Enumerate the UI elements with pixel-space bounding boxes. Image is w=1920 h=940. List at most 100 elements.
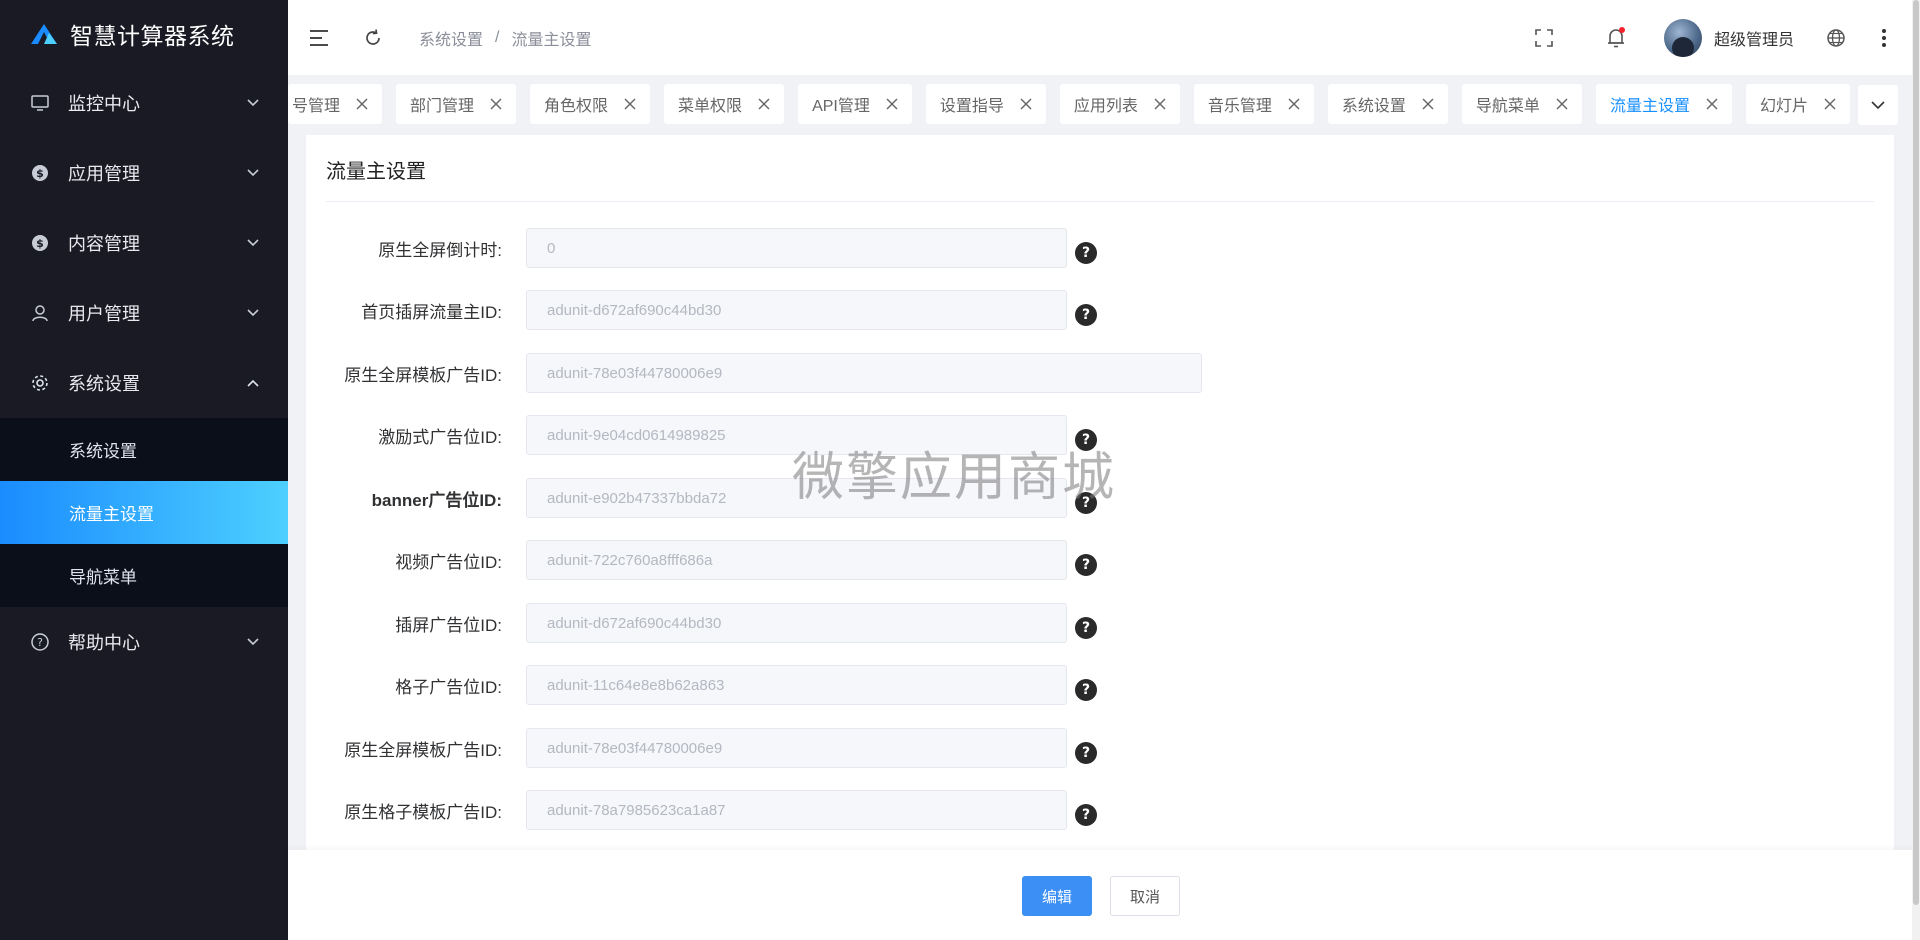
globe-icon[interactable] [1824,26,1848,50]
home-interstitial-id-input[interactable]: adunit-d672af690c44bd30 [526,290,1067,330]
tab-label: 部门管理 [410,98,475,115]
close-icon[interactable] [1422,98,1434,110]
tab-api-manage[interactable]: API管理 [798,84,912,124]
sidebar-item-app-manage[interactable]: $ 应用管理 [0,138,288,208]
form-row: 插屏广告位ID: adunit-d672af690c44bd30 ? [306,603,1206,643]
monitor-icon [30,93,50,113]
help-icon[interactable]: ? [1075,804,1097,826]
tab-label: 菜单权限 [678,98,743,115]
close-icon[interactable] [356,98,368,110]
scrollbar-thumb[interactable] [1913,0,1919,905]
form-row: 原生格子模板广告ID: adunit-78a7985623ca1a87 ? [306,790,1206,830]
sidebar-item-help-center[interactable]: ? 帮助中心 [0,607,288,677]
bell-icon[interactable] [1604,26,1628,50]
help-icon[interactable]: ? [1075,554,1097,576]
tab-nav-menu[interactable]: 导航菜单 [1461,84,1582,124]
tab-department-manage[interactable]: 部门管理 [396,84,517,124]
breadcrumb-item-current: 流量主设置 [511,31,592,49]
more-vertical-icon[interactable] [1872,26,1896,50]
tabs-bar: 号管理 部门管理 角色权限 菜单权限 API管理 设置指导 应用列表 音乐管理 … [288,75,1898,133]
close-icon[interactable] [758,98,770,110]
close-icon[interactable] [1288,98,1300,110]
native-fullscreen-template-id-input[interactable]: adunit-78e03f44780006e9 [526,353,1202,393]
close-icon[interactable] [490,98,502,110]
field-label: 视频广告位ID: [395,552,502,572]
close-icon[interactable] [1824,98,1836,110]
tab-system-settings[interactable]: 系统设置 [1327,84,1448,124]
native-grid-template-id-input[interactable]: adunit-78a7985623ca1a87 [526,790,1067,830]
sidebar: 智慧计算器系统 监控中心 $ 应用管理 $ 内容管理 用户管理 系统设置 系统设… [0,0,288,940]
tab-setup-guide[interactable]: 设置指导 [925,84,1046,124]
grid-ad-id-input[interactable]: adunit-11c64e8e8b62a863 [526,665,1067,705]
user-icon [30,303,50,323]
dollar-icon: $ [30,233,50,253]
refresh-icon[interactable] [361,26,385,50]
menu-fold-icon[interactable] [307,26,331,50]
form-row: 原生全屏倒计时: 0 ? [306,228,1206,268]
tab-label: 应用列表 [1073,98,1138,115]
sidebar-item-user-manage[interactable]: 用户管理 [0,278,288,348]
countdown-input[interactable]: 0 [526,228,1067,268]
help-icon[interactable]: ? [1075,679,1097,701]
sidebar-subitem-system-settings[interactable]: 系统设置 [0,418,288,481]
tab-role-permission[interactable]: 角色权限 [530,84,651,124]
sidebar-subitem-label: 流量主设置 [69,505,154,524]
close-icon[interactable] [1020,98,1032,110]
close-icon[interactable] [1556,98,1568,110]
breadcrumb-separator: / [495,28,500,46]
tab-traffic-settings[interactable]: 流量主设置 [1595,84,1732,124]
chevron-down-icon [1871,101,1885,110]
sidebar-subitem-traffic-settings[interactable]: 流量主设置 [0,481,288,544]
top-header: 系统设置 / 流量主设置 超级管理员 [288,0,1920,75]
sidebar-subitem-nav-menu[interactable]: 导航菜单 [0,544,288,607]
tab-label: 流量主设置 [1609,98,1690,115]
page-scrollbar[interactable] [1912,0,1920,940]
banner-ad-id-input[interactable]: adunit-e902b47337bbda72 [526,478,1067,518]
edit-button[interactable]: 编辑 [1022,876,1092,916]
sidebar-item-monitor[interactable]: 监控中心 [0,68,288,138]
field-label: 原生全屏模板广告ID: [344,740,502,760]
sidebar-item-system-settings[interactable]: 系统设置 [0,348,288,418]
svg-text:$: $ [36,237,44,250]
help-icon[interactable]: ? [1075,492,1097,514]
close-icon[interactable] [624,98,636,110]
video-ad-id-input[interactable]: adunit-722c760a8fff686a [526,540,1067,580]
sidebar-item-label: 监控中心 [68,94,140,114]
breadcrumb-item[interactable]: 系统设置 [419,26,483,50]
help-icon[interactable]: ? [1075,304,1097,326]
cancel-button[interactable]: 取消 [1110,876,1180,916]
tab-slideshow[interactable]: 幻灯片 [1745,84,1850,124]
rewarded-ad-id-input[interactable]: adunit-9e04cd0614989825 [526,415,1067,455]
tabs-more-button[interactable] [1858,85,1898,125]
svg-text:$: $ [36,167,44,180]
help-icon[interactable]: ? [1075,242,1097,264]
close-icon[interactable] [1154,98,1166,110]
interstitial-ad-id-input[interactable]: adunit-d672af690c44bd30 [526,603,1067,643]
avatar[interactable] [1663,18,1702,57]
tab-account-manage[interactable]: 号管理 [288,84,383,124]
native-fullscreen-template-id-input-2[interactable]: adunit-78e03f44780006e9 [526,728,1067,768]
help-icon[interactable]: ? [1075,742,1097,764]
tab-app-list[interactable]: 应用列表 [1059,84,1180,124]
app-logo[interactable]: 智慧计算器系统 [0,0,288,68]
field-label: banner广告位ID: [371,490,502,510]
sidebar-item-label: 用户管理 [68,304,140,324]
tab-label: 设置指导 [939,98,1004,115]
breadcrumb: 系统设置 / 流量主设置 [419,26,591,50]
help-icon[interactable]: ? [1075,617,1097,639]
form-row: 原生全屏模板广告ID: adunit-78e03f44780006e9 ? [306,728,1206,768]
tab-menu-permission[interactable]: 菜单权限 [664,84,785,124]
close-icon[interactable] [1706,98,1718,110]
tab-music-manage[interactable]: 音乐管理 [1193,84,1314,124]
fullscreen-icon[interactable] [1532,26,1556,50]
dollar-icon: $ [30,163,50,183]
tab-label: 音乐管理 [1207,98,1272,115]
form-row: 激励式广告位ID: adunit-9e04cd0614989825 ? [306,415,1206,455]
close-icon[interactable] [886,98,898,110]
sidebar-item-content-manage[interactable]: $ 内容管理 [0,208,288,278]
chevron-down-icon [247,638,259,646]
field-label: 格子广告位ID: [395,677,502,697]
user-name[interactable]: 超级管理员 [1714,26,1794,50]
help-icon[interactable]: ? [1075,429,1097,451]
chevron-down-icon [247,309,259,317]
